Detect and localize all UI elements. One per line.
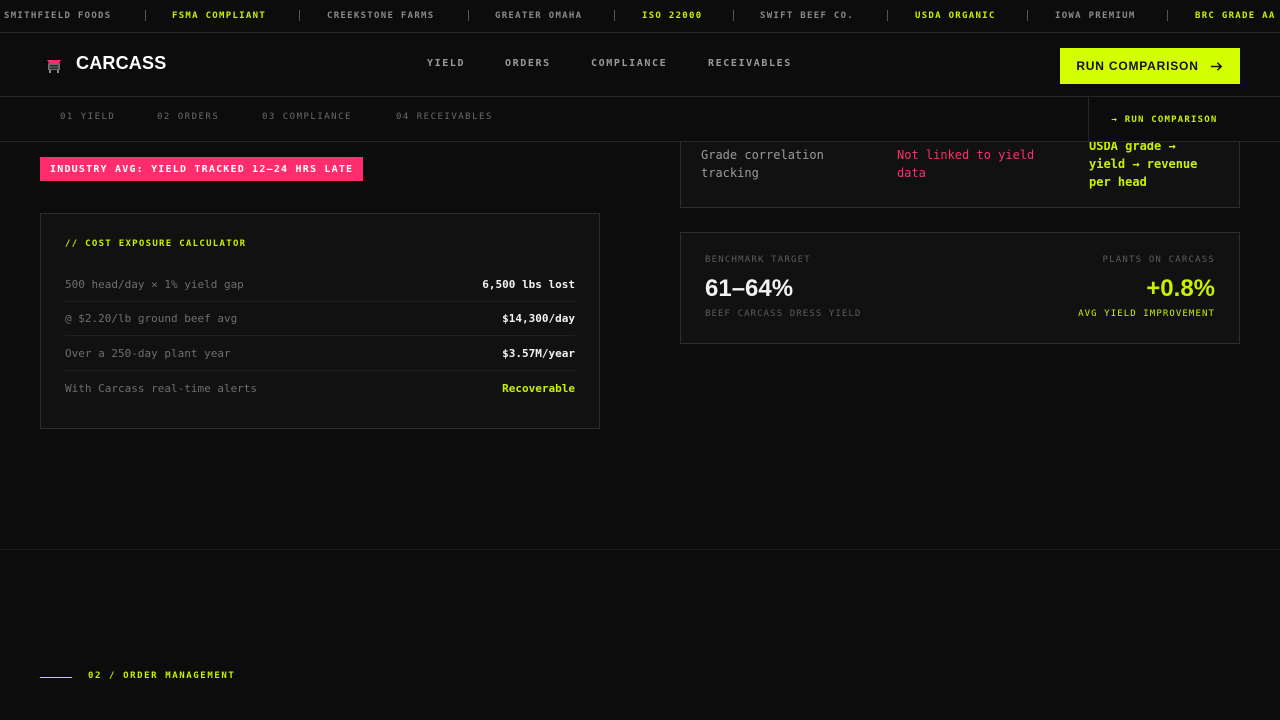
ticker-item: FSMA COMPLIANT xyxy=(172,11,267,21)
calculator-row-label: Over a 250-day plant year xyxy=(65,347,231,360)
subnav-run-comparison-button[interactable]: → RUN COMPARISON xyxy=(1088,97,1240,142)
yield-improvement-caption: AVG YIELD IMPROVEMENT xyxy=(1078,309,1215,319)
subnav-link-receivables[interactable]: 04 RECEIVABLES xyxy=(396,112,493,122)
section-subnav: 01 YIELD 02 ORDERS 03 COMPLIANCE 04 RECE… xyxy=(0,97,1280,142)
section-divider xyxy=(0,549,1280,550)
ticker-item: BRC GRADE AA xyxy=(1195,11,1276,21)
benchmark-target-caption: BEEF CARCASS DRESS YIELD xyxy=(705,309,862,319)
benchmark-target-label: BENCHMARK TARGET xyxy=(705,255,811,265)
ticker-separator xyxy=(614,10,615,21)
calculator-row-value: 6,500 lbs lost xyxy=(482,278,575,291)
ticker-item: USDA ORGANIC xyxy=(915,11,996,21)
comparison-row-label: Grade correlation tracking xyxy=(701,148,824,180)
ticker-separator xyxy=(887,10,888,21)
calculator-row: Over a 250-day plant year $3.57M/year xyxy=(65,337,575,371)
subnav-link-orders[interactable]: 02 ORDERS xyxy=(157,112,219,122)
comparison-carcass-value: USDA grade → yield → revenue per head xyxy=(1089,139,1198,189)
ticker-separator xyxy=(299,10,300,21)
run-comparison-button[interactable]: RUN COMPARISON xyxy=(1060,48,1240,84)
nav-link-receivables[interactable]: RECEIVABLES xyxy=(708,58,792,69)
calculator-row-label: 500 head/day × 1% yield gap xyxy=(65,278,244,291)
calculator-row-label: With Carcass real-time alerts xyxy=(65,381,258,395)
partner-ticker: SMITHFIELD FOODS FSMA COMPLIANT CREEKSTO… xyxy=(0,0,1280,33)
calculator-row-label: @ $2.20/lb ground beef avg xyxy=(65,312,238,325)
subnav-link-compliance[interactable]: 03 COMPLIANCE xyxy=(262,112,352,122)
ticker-item: ISO 22000 xyxy=(642,11,703,21)
carcass-logo-icon xyxy=(44,55,64,75)
section-accent-line xyxy=(40,677,72,678)
ticker-item: SWIFT BEEF CO. xyxy=(760,11,855,21)
industry-alert-badge: INDUSTRY AVG: YIELD TRACKED 12–24 HRS LA… xyxy=(40,157,364,181)
nav-link-orders[interactable]: ORDERS xyxy=(505,58,551,69)
ticker-item: CREEKSTONE FARMS xyxy=(327,11,435,21)
calculator-row: 500 head/day × 1% yield gap 6,500 lbs lo… xyxy=(65,268,575,302)
comparison-industry-value: Not linked to yield data xyxy=(897,148,1035,180)
ticker-separator xyxy=(1167,10,1168,21)
ticker-item: IOWA PREMIUM xyxy=(1055,11,1136,21)
calculator-row: With Carcass real-time alerts Recoverabl… xyxy=(65,371,575,405)
ticker-separator xyxy=(145,10,146,21)
logo-wordmark[interactable]: CARCASS xyxy=(76,53,166,74)
nav-link-compliance[interactable]: COMPLIANCE xyxy=(591,58,667,69)
ticker-separator xyxy=(468,10,469,21)
ticker-item: GREATER OMAHA xyxy=(495,11,583,21)
cost-exposure-calculator: // COST EXPOSURE CALCULATOR 500 head/day… xyxy=(40,213,600,429)
calculator-row-value: $14,300/day xyxy=(502,312,575,325)
subnav-link-yield[interactable]: 01 YIELD xyxy=(60,112,115,122)
ticker-separator xyxy=(1027,10,1028,21)
main-nav: CARCASS YIELD ORDERS COMPLIANCE RECEIVAB… xyxy=(0,33,1280,97)
calculator-title: // COST EXPOSURE CALCULATOR xyxy=(65,239,247,249)
arrow-right-icon xyxy=(1210,61,1222,71)
yield-improvement-value: +0.8% xyxy=(1146,275,1215,302)
ticker-separator xyxy=(733,10,734,21)
order-management-section-heading: 02 / ORDER MANAGEMENT xyxy=(88,671,236,681)
plants-on-carcass-label: PLANTS ON CARCASS xyxy=(1102,255,1215,265)
ticker-item: SMITHFIELD FOODS xyxy=(4,11,112,21)
nav-link-yield[interactable]: YIELD xyxy=(427,58,465,69)
calculator-row-value: $3.57M/year xyxy=(502,347,575,360)
calculator-row-value: Recoverable xyxy=(502,381,575,395)
run-comparison-label: RUN COMPARISON xyxy=(1076,59,1199,73)
benchmark-target-value: 61–64% xyxy=(705,275,794,302)
benchmark-panel: BENCHMARK TARGET PLANTS ON CARCASS 61–64… xyxy=(680,232,1240,344)
calculator-row: @ $2.20/lb ground beef avg $14,300/day xyxy=(65,302,575,336)
